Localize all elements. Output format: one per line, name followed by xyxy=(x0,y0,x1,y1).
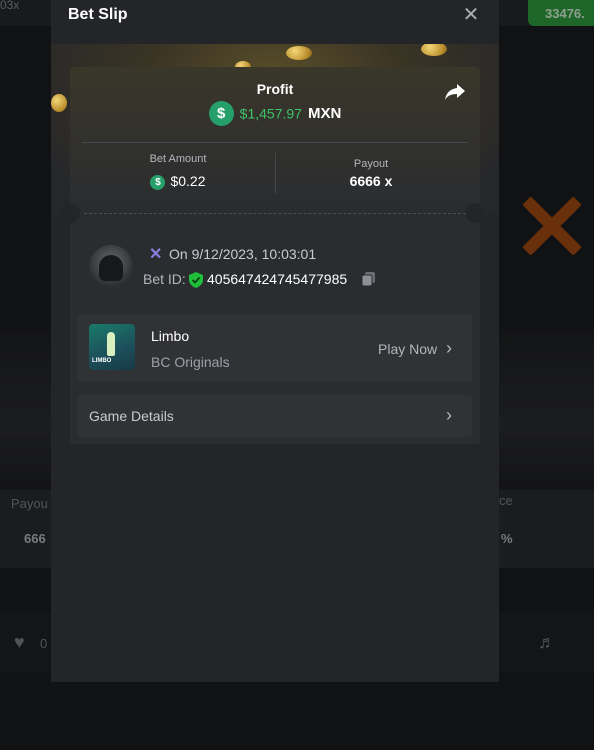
close-button[interactable]: ✕ xyxy=(459,4,483,28)
chevron-right-icon: › xyxy=(446,338,452,358)
copy-icon[interactable] xyxy=(361,271,377,287)
game-details-row[interactable]: Game Details › xyxy=(78,395,472,437)
bet-id-label: Bet ID: xyxy=(143,271,186,287)
decorative-coin xyxy=(286,46,312,60)
chevron-right-icon: › xyxy=(446,405,452,425)
profit-currency: MXN xyxy=(307,105,342,122)
game-provider: BC Originals xyxy=(151,354,230,370)
game-row-limbo[interactable]: LIMBO Limbo BC Originals Play Now › xyxy=(78,314,472,382)
payout-value: 6666 x xyxy=(349,173,393,189)
bet-id-value: 405647424745477985 xyxy=(207,271,348,287)
profit-amount: $1,457.97 xyxy=(239,105,302,122)
game-details-label: Game Details xyxy=(89,408,174,424)
profit-row: $ $1,457.97 MXN xyxy=(70,101,480,126)
ticket-notch-right xyxy=(465,203,485,223)
dollar-coin-icon: $ xyxy=(150,174,166,190)
bet-slip-modal: Bet Slip ✕ Profit $ $1,457.97 MXN Bet Amou… xyxy=(51,0,499,682)
share-icon[interactable] xyxy=(443,82,467,102)
game-name: Limbo xyxy=(151,328,190,344)
bet-amount-row: $ $0.22 xyxy=(70,173,286,190)
dashed-divider xyxy=(84,213,466,214)
game-thumbnail: LIMBO xyxy=(89,324,135,370)
modal-header: Bet Slip ✕ xyxy=(51,0,499,44)
divider xyxy=(82,142,468,143)
payout-label: Payout xyxy=(353,158,389,170)
game-thumb-tag: LIMBO xyxy=(92,358,112,364)
x-platform-icon: ✕ xyxy=(149,246,163,263)
vertical-divider xyxy=(275,153,276,193)
decorative-coin xyxy=(421,42,447,56)
ticket-notch-left xyxy=(60,203,80,223)
modal-title: Bet Slip xyxy=(68,6,128,23)
play-now-link[interactable]: Play Now xyxy=(378,341,437,357)
shield-check-icon xyxy=(189,272,203,288)
decorative-coin xyxy=(51,94,67,112)
dollar-coin-icon: $ xyxy=(208,101,234,126)
bet-amount-value: $0.22 xyxy=(170,173,206,189)
bet-slip-card: Profit $ $1,457.97 MXN Bet Amount $ $0.22 P… xyxy=(60,67,485,444)
profit-label: Profit xyxy=(256,81,294,97)
avatar[interactable] xyxy=(89,245,133,289)
close-icon: ✕ xyxy=(462,4,480,26)
bet-date: On 9/12/2023, 10:03:01 xyxy=(169,246,317,262)
rocket-icon xyxy=(107,332,115,356)
bet-amount-label: Bet Amount xyxy=(149,153,207,165)
